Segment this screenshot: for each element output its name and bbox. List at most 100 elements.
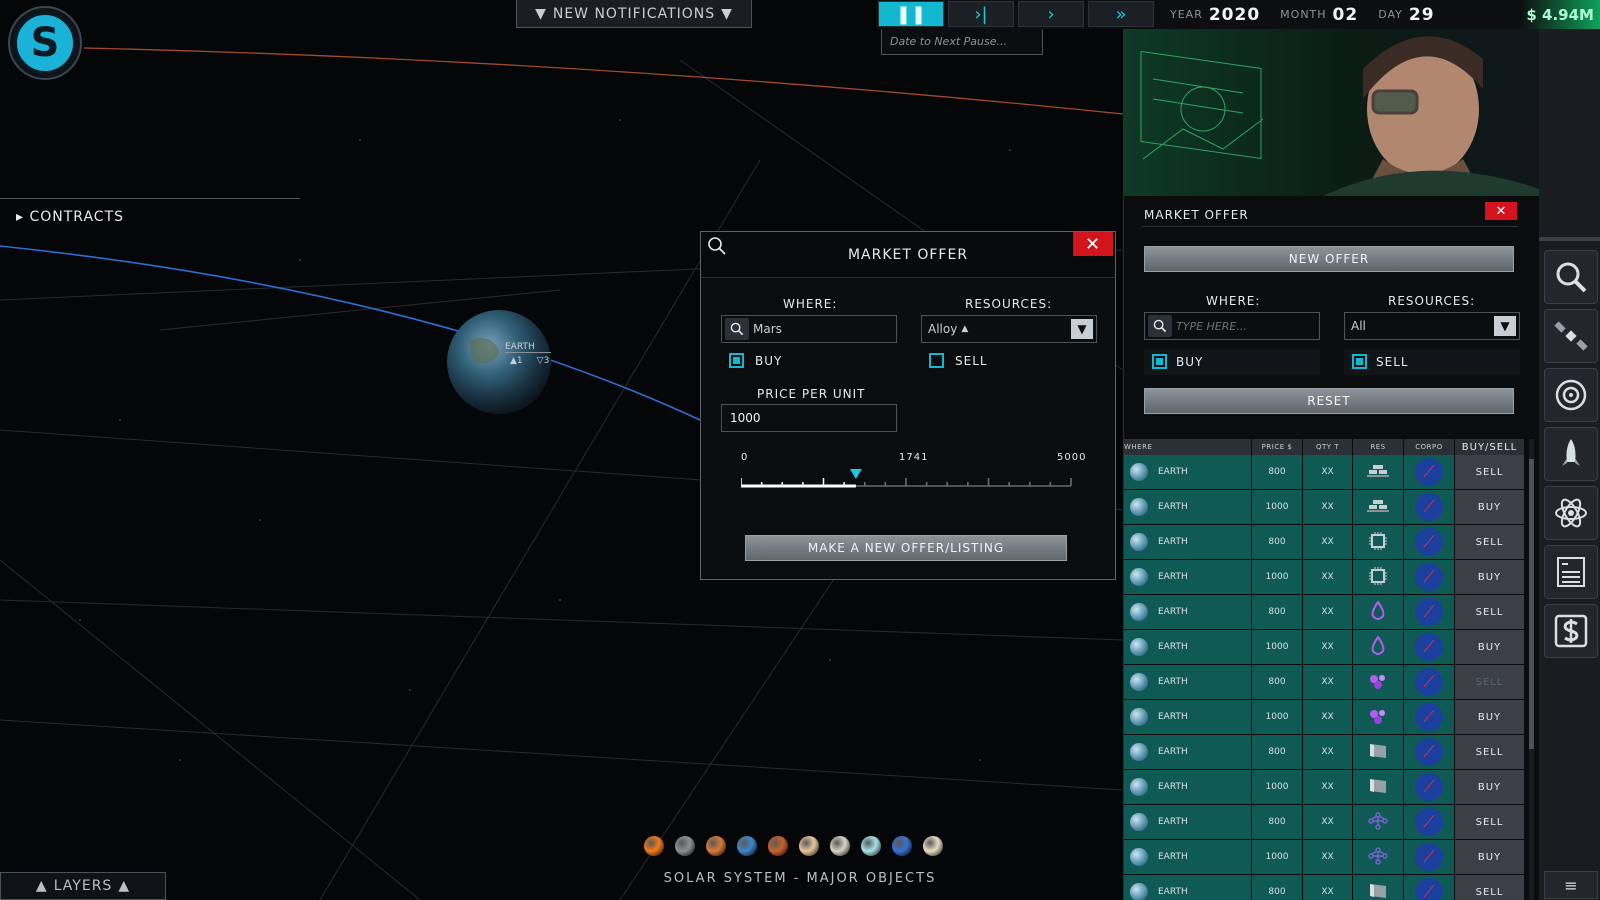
column-header[interactable]: CORPO [1404, 439, 1455, 455]
table-scrollbar[interactable] [1529, 439, 1534, 900]
action-cell[interactable]: BUY [1455, 560, 1525, 594]
corporation-cell: ⟋ [1404, 700, 1455, 734]
side-buy-checkbox[interactable] [1152, 354, 1167, 369]
rail-rocket-button[interactable] [1544, 427, 1598, 481]
new-offer-button[interactable]: NEW OFFER [1144, 246, 1514, 272]
search-icon[interactable] [707, 236, 727, 256]
logo-letter: S [14, 12, 76, 74]
planet-icon[interactable] [861, 836, 881, 856]
planet-icon[interactable] [675, 836, 695, 856]
side-resources-select[interactable]: All ▼ [1344, 312, 1520, 340]
action-cell[interactable]: SELL [1455, 665, 1525, 699]
chevron-down-icon[interactable]: ▼ [1494, 316, 1516, 336]
table-row[interactable]: EARTH 1000 XX ⟋ BUY [1124, 490, 1525, 525]
column-header[interactable]: QTY T [1303, 439, 1353, 455]
table-row[interactable]: EARTH 800 XX ⟋ SELL [1124, 455, 1525, 490]
column-header[interactable]: PRICE $ [1252, 439, 1303, 455]
action-cell[interactable]: BUY [1455, 700, 1525, 734]
table-row[interactable]: EARTH 1000 XX ⟋ BUY [1124, 630, 1525, 665]
column-header[interactable]: RES [1353, 439, 1404, 455]
side-close-button[interactable]: ✕ [1485, 202, 1517, 220]
notifications-dropdown[interactable]: ▼ NEW NOTIFICATIONS ▼ [516, 0, 752, 28]
app-logo[interactable]: S [8, 6, 82, 80]
rail-atom-button[interactable] [1544, 486, 1598, 540]
make-offer-button[interactable]: MAKE A NEW OFFER/LISTING [745, 535, 1067, 561]
price-input[interactable]: 1000 [721, 404, 897, 432]
table-row[interactable]: EARTH 1000 XX ⟋ BUY [1124, 560, 1525, 595]
planet-icon[interactable] [923, 836, 943, 856]
fast-forward-button[interactable]: » [1088, 1, 1154, 27]
planet-icon[interactable] [830, 836, 850, 856]
action-cell[interactable]: BUY [1455, 490, 1525, 524]
action-cell[interactable]: SELL [1455, 735, 1525, 769]
sell-checkbox[interactable] [929, 353, 944, 368]
action-cell[interactable]: BUY [1455, 770, 1525, 804]
where-input[interactable]: Mars [721, 315, 897, 343]
money-balance: $ 4.94M [1520, 0, 1600, 29]
atom-icon [1555, 498, 1587, 528]
earth-label[interactable]: EARTH [505, 342, 551, 353]
rail-satellite-button[interactable] [1544, 309, 1598, 363]
table-row[interactable]: EARTH 800 XX ⟋ SELL [1124, 805, 1525, 840]
qty-cell: XX [1303, 840, 1353, 874]
side-sell-checkbox[interactable] [1352, 354, 1367, 369]
reset-button[interactable]: RESET [1144, 388, 1514, 414]
side-buy-row[interactable] [1144, 349, 1320, 375]
table-row[interactable]: EARTH 800 XX ⟋ SELL [1124, 735, 1525, 770]
side-where-placeholder: TYPE HERE... [1176, 319, 1247, 333]
table-row[interactable]: EARTH 800 XX ⟋ SELL [1124, 595, 1525, 630]
where-text: EARTH [1158, 852, 1188, 862]
column-header[interactable]: BUY/SELL [1455, 439, 1525, 455]
table-row[interactable]: EARTH 1000 XX ⟋ BUY [1124, 770, 1525, 805]
contracts-toggle[interactable]: ▸ CONTRACTS [0, 198, 300, 225]
corporation-cell: ⟋ [1404, 735, 1455, 769]
where-text: EARTH [1158, 572, 1188, 582]
close-button[interactable]: ✕ [1073, 232, 1113, 256]
side-where-input[interactable]: TYPE HERE... [1144, 312, 1320, 340]
price-cell: 1000 [1252, 630, 1303, 664]
table-row[interactable]: EARTH 800 XX ⟋ SELL [1124, 525, 1525, 560]
earth-counts: ▲1 ▽3 [510, 356, 549, 366]
next-pause-input[interactable]: Date to Next Pause... [881, 29, 1043, 55]
advisor-video-feed [1123, 29, 1539, 196]
action-cell[interactable]: BUY [1455, 630, 1525, 664]
qty-cell: XX [1303, 700, 1353, 734]
earth-icon [1130, 813, 1148, 831]
price-slider[interactable] [741, 466, 1077, 496]
action-cell[interactable]: SELL [1455, 595, 1525, 629]
chevron-down-icon[interactable]: ▼ [1071, 319, 1093, 339]
side-sell-row[interactable] [1344, 349, 1520, 375]
price-cell: 800 [1252, 525, 1303, 559]
qty-cell: XX [1303, 560, 1353, 594]
action-cell[interactable]: SELL [1455, 805, 1525, 839]
planet-icon[interactable] [799, 836, 819, 856]
planet-icon[interactable] [644, 836, 664, 856]
rail-orbit-button[interactable] [1544, 368, 1598, 422]
action-cell[interactable]: BUY [1455, 840, 1525, 874]
action-cell[interactable]: SELL [1455, 455, 1525, 489]
rail-money-button[interactable] [1544, 604, 1598, 658]
caret-down-icon: ▼ [535, 5, 547, 22]
table-row[interactable]: EARTH 800 XX ⟋ SELL [1124, 665, 1525, 700]
planet-icon[interactable] [737, 836, 757, 856]
action-cell[interactable]: SELL [1455, 525, 1525, 559]
play-button[interactable]: › [1018, 1, 1084, 27]
planet-icon[interactable] [706, 836, 726, 856]
side-sell-label: SELL [1376, 355, 1409, 369]
step-button[interactable]: ›| [948, 1, 1014, 27]
resources-select[interactable]: Alloy ▲ ▼ [921, 315, 1097, 343]
pause-button[interactable]: ❚❚ [878, 1, 944, 27]
column-header[interactable]: WHERE [1124, 439, 1252, 455]
scroll-thumb[interactable] [1529, 459, 1534, 749]
table-row[interactable]: EARTH 1000 XX ⟋ BUY [1124, 840, 1525, 875]
rail-ledger-button[interactable] [1544, 545, 1598, 599]
table-row[interactable]: EARTH 800 XX ⟋ SELL [1124, 875, 1525, 900]
rail-search-button[interactable] [1544, 250, 1598, 304]
table-row[interactable]: EARTH 1000 XX ⟋ BUY [1124, 700, 1525, 735]
menu-button[interactable]: ≡ [1544, 871, 1598, 899]
planet-icon[interactable] [768, 836, 788, 856]
action-cell[interactable]: SELL [1455, 875, 1525, 900]
layers-toggle[interactable]: ▲ LAYERS ▲ [0, 872, 166, 900]
planet-icon[interactable] [892, 836, 912, 856]
buy-checkbox[interactable] [729, 353, 744, 368]
